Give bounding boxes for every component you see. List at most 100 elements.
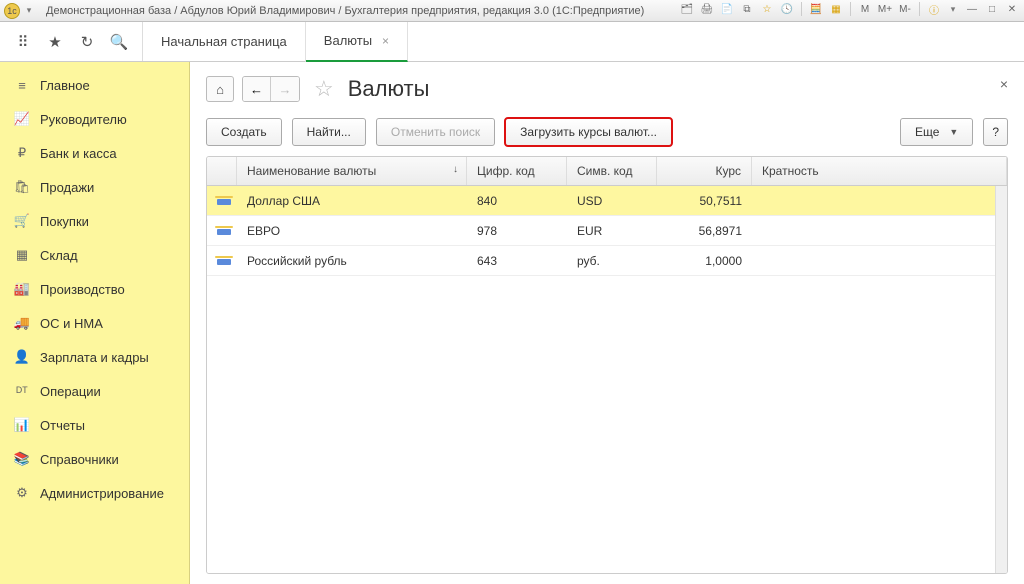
window-close-button[interactable]: ✕ (1004, 1, 1020, 17)
sidebar-item-6[interactable]: 🏭Производство (0, 272, 189, 306)
table-row[interactable]: Российский рубль643руб.1,0000 (207, 246, 1007, 276)
menu-icon[interactable]: ⠿ (14, 33, 32, 51)
col-symbol-code[interactable]: Симв. код (567, 157, 657, 185)
print-icon[interactable]: 🖨 (699, 1, 715, 17)
row-name: Российский рубль (237, 254, 467, 268)
tab-currencies[interactable]: Валюты × (306, 22, 408, 62)
info-icon[interactable]: ⓘ (926, 1, 942, 17)
sidebar-item-5[interactable]: ▦Склад (0, 238, 189, 272)
sidebar-item-label: Производство (40, 282, 125, 297)
more-button[interactable]: Еще ▼ (900, 118, 973, 146)
sidebar-icon: 📈 (14, 111, 30, 127)
sidebar-item-label: Банк и касса (40, 146, 117, 161)
row-rate: 56,8971 (657, 224, 752, 238)
sort-arrow-icon: ↓ (453, 164, 458, 175)
nav-forward-button[interactable]: → (271, 77, 299, 101)
history-icon[interactable]: ↻ (78, 33, 96, 51)
sidebar-icon: ≡ (14, 77, 30, 93)
sidebar-icon: ₽ (14, 145, 30, 161)
currency-icon (217, 229, 231, 235)
search-icon[interactable]: 🔍 (110, 33, 128, 51)
row-rate: 1,0000 (657, 254, 752, 268)
grid-icon[interactable]: ▦ (828, 1, 844, 17)
sidebar-icon: 🛍 (14, 179, 30, 195)
window-titlebar: 1c ▾ Демонстрационная база / Абдулов Юри… (0, 0, 1024, 22)
sidebar-item-7[interactable]: 🚚ОС и НМА (0, 306, 189, 340)
sidebar-item-label: Руководителю (40, 112, 127, 127)
compare-icon[interactable]: ⧉ (739, 1, 755, 17)
clock-icon[interactable]: 🕓 (779, 1, 795, 17)
sidebar-item-2[interactable]: ₽ Банк и касса (0, 136, 189, 170)
sidebar-item-3[interactable]: 🛍 Продажи (0, 170, 189, 204)
sidebar-item-0[interactable]: ≡ Главное (0, 68, 189, 102)
tab-close-icon[interactable]: × (382, 34, 389, 48)
page-title: Валюты (348, 76, 430, 102)
row-numeric-code: 978 (467, 224, 567, 238)
sidebar-item-label: Справочники (40, 452, 119, 467)
table-row[interactable]: Доллар США840USD50,7511 (207, 186, 1007, 216)
info-dropdown-icon[interactable]: ▾ (946, 2, 960, 16)
toolbar: Создать Найти... Отменить поиск Загрузит… (206, 118, 1008, 146)
col-name[interactable]: Наименование валюты ↓ (237, 157, 467, 185)
titlebar-right: 🗂 🖨 📄 ⧉ ☆ 🕓 🧮 ▦ M M+ M- ⓘ ▾ — □ ✕ (679, 1, 1020, 17)
sidebar-item-8[interactable]: 👤Зарплата и кадры (0, 340, 189, 374)
nav-back-button[interactable]: ← (243, 77, 271, 101)
chevron-down-icon: ▼ (949, 127, 958, 137)
sidebar-item-label: Продажи (40, 180, 94, 195)
table-row[interactable]: ЕВРО978EUR56,8971 (207, 216, 1007, 246)
tab-start-page[interactable]: Начальная страница (143, 22, 306, 62)
star-icon[interactable]: ★ (46, 33, 64, 51)
mem-mplus-button[interactable]: M+ (877, 1, 893, 17)
sidebar-item-label: Отчеты (40, 418, 85, 433)
fav-icon[interactable]: ☆ (759, 1, 775, 17)
sidebar-item-12[interactable]: ⚙Администрирование (0, 476, 189, 510)
window-maximize-button[interactable]: □ (984, 1, 1000, 17)
col-numeric-code[interactable]: Цифр. код (467, 157, 567, 185)
row-icon-cell (207, 254, 237, 268)
tab-label: Валюты (324, 33, 372, 48)
sidebar-item-1[interactable]: 📈 Руководителю (0, 102, 189, 136)
app-icon: 1c (4, 3, 20, 19)
nav-buttons: ← → (242, 76, 300, 102)
window-minimize-button[interactable]: — (964, 1, 980, 17)
sidebar-icon: ᴰᵀ (14, 383, 30, 399)
sidebar-icon: 👤 (14, 349, 30, 365)
sidebar-item-11[interactable]: 📚Справочники (0, 442, 189, 476)
sidebar-item-9[interactable]: ᴰᵀОперации (0, 374, 189, 408)
doc-icon[interactable]: 📄 (719, 1, 735, 17)
mem-m-button[interactable]: M (857, 1, 873, 17)
app-menu-dropdown-icon[interactable]: ▾ (22, 4, 36, 18)
top-strip: ⠿ ★ ↻ 🔍 Начальная страница Валюты × (0, 22, 1024, 62)
currency-icon (217, 199, 231, 205)
find-button[interactable]: Найти... (292, 118, 366, 146)
page-header: ⌂ ← → ☆ Валюты (206, 76, 1008, 102)
page-close-button[interactable]: × (1000, 76, 1008, 92)
favorite-star-icon[interactable]: ☆ (314, 76, 334, 102)
row-name: ЕВРО (237, 224, 467, 238)
sidebar-icon: ▦ (14, 247, 30, 263)
sidebar-item-label: Покупки (40, 214, 89, 229)
cancel-find-button[interactable]: Отменить поиск (376, 118, 495, 146)
col-multiplicity[interactable]: Кратность (752, 157, 1007, 185)
grid-header: Наименование валюты ↓ Цифр. код Симв. ко… (207, 157, 1007, 186)
toolbar-icon[interactable]: 🗂 (679, 1, 695, 17)
calc-icon[interactable]: 🧮 (808, 1, 824, 17)
sidebar-item-10[interactable]: 📊Отчеты (0, 408, 189, 442)
body-area: ≡ Главное 📈 Руководителю ₽ Банк и касса 🛍 Прода… (0, 62, 1024, 584)
sidebar-item-label: Главное (40, 78, 90, 93)
row-symbol-code: USD (567, 194, 657, 208)
home-button[interactable]: ⌂ (206, 76, 234, 102)
tabs: Начальная страница Валюты × (143, 22, 408, 61)
col-rate[interactable]: Курс (657, 157, 752, 185)
row-icon-cell (207, 224, 237, 238)
grid-scrollbar[interactable] (995, 186, 1007, 573)
quickbar: ⠿ ★ ↻ 🔍 (0, 22, 143, 61)
create-button[interactable]: Создать (206, 118, 282, 146)
load-rates-button[interactable]: Загрузить курсы валют... (505, 118, 672, 146)
sidebar-item-4[interactable]: 🛒Покупки (0, 204, 189, 238)
row-rate: 50,7511 (657, 194, 752, 208)
col-icon[interactable] (207, 157, 237, 185)
sidebar-icon: ⚙ (14, 485, 30, 501)
help-button[interactable]: ? (983, 118, 1008, 146)
mem-mminus-button[interactable]: M- (897, 1, 913, 17)
